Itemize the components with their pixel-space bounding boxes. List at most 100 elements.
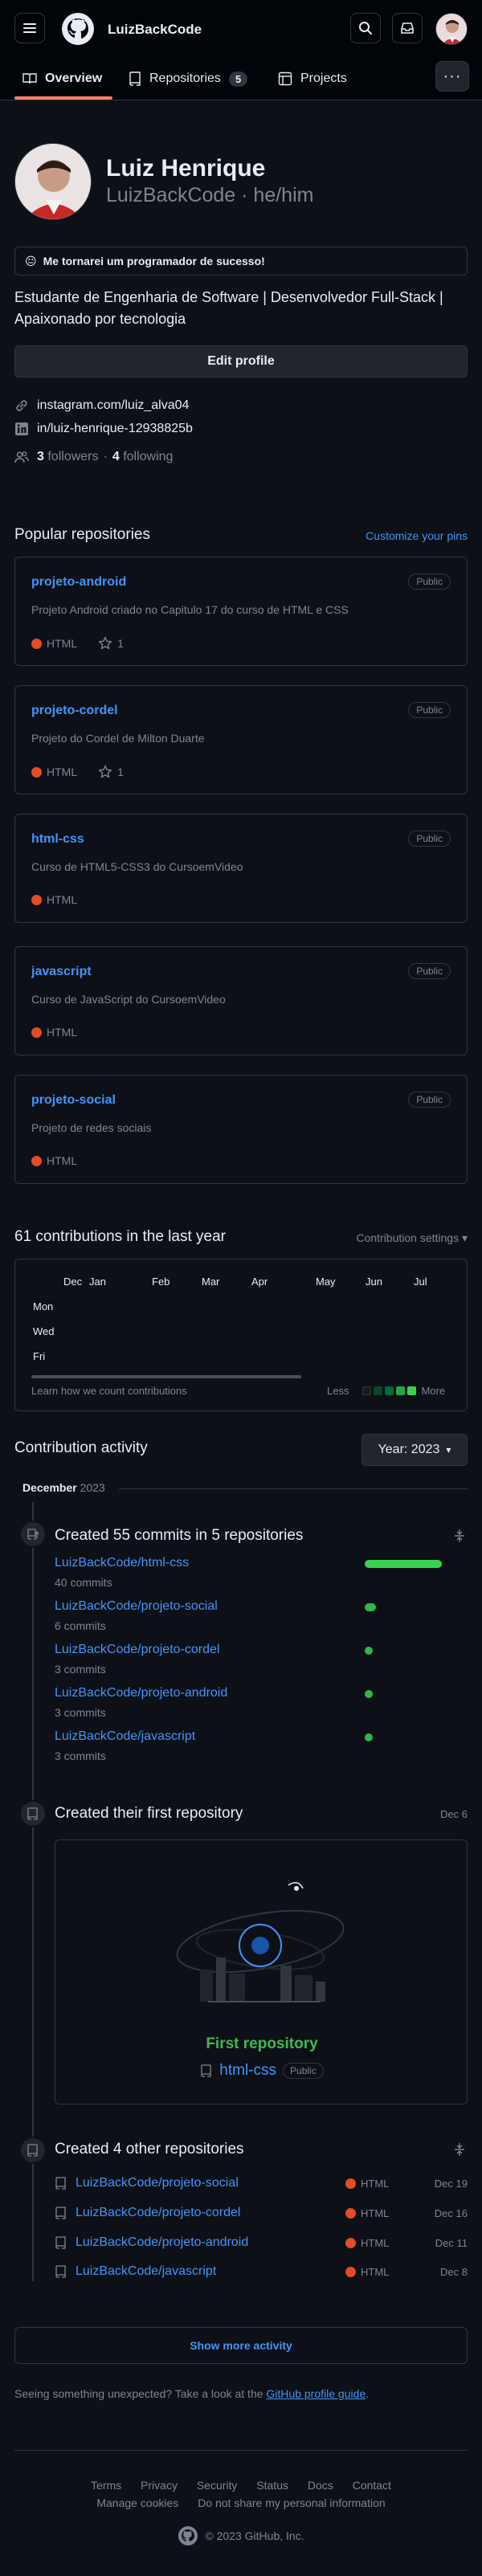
- repo-card: html-css Public Curso de HTML5-CSS3 do C…: [14, 814, 468, 923]
- followers-link[interactable]: 3 followers: [37, 450, 99, 464]
- graph-scrollbar[interactable]: [31, 1375, 301, 1378]
- commit-count-link[interactable]: 3 commits: [55, 1663, 106, 1676]
- repositories-counter: 5: [228, 71, 248, 87]
- repo-icon: [55, 2207, 66, 2219]
- repo-name-link[interactable]: projeto-cordel: [31, 704, 118, 718]
- learn-contributions-link[interactable]: Learn how we count contributions: [31, 1385, 187, 1397]
- commit-repo-link[interactable]: LuizBackCode/html-css: [55, 1556, 189, 1570]
- github-mark-icon[interactable]: [178, 2525, 198, 2546]
- other-repos-title: Created 4 other repositories: [55, 2141, 244, 2158]
- star-icon[interactable]: [98, 636, 112, 651]
- menu-button[interactable]: [14, 13, 45, 43]
- search-button[interactable]: [350, 13, 381, 43]
- profile-avatar[interactable]: [14, 143, 92, 220]
- footer-link[interactable]: Manage cookies: [96, 2496, 178, 2509]
- star-count[interactable]: 1: [117, 765, 124, 778]
- other-repo-date: Dec 8: [440, 2265, 468, 2278]
- other-repo-link[interactable]: LuizBackCode/projeto-android: [76, 2235, 345, 2250]
- status-emoji-icon: 😐: [25, 254, 37, 267]
- language-color-icon: [31, 638, 42, 649]
- footer-link[interactable]: Do not share my personal information: [198, 2496, 385, 2509]
- tab-projects[interactable]: Projects: [278, 58, 347, 100]
- activity-month-header: December 2023: [22, 1481, 105, 1494]
- commit-count-link[interactable]: 3 commits: [55, 1749, 106, 1762]
- tab-repositories-label: Repositories: [149, 71, 221, 85]
- commit-count-link[interactable]: 3 commits: [55, 1706, 106, 1719]
- repo-icon: [27, 2144, 38, 2157]
- commit-repo-link[interactable]: LuizBackCode/projeto-social: [55, 1599, 218, 1614]
- repo-meta: HTML: [31, 1154, 77, 1167]
- linkedin-link[interactable]: in/luiz-henrique-12938825b: [37, 422, 193, 436]
- first-repo-card: First repository html-css Public: [55, 1839, 468, 2104]
- collapse-icon[interactable]: [453, 2142, 466, 2157]
- repo-meta: HTML 1: [31, 636, 124, 651]
- collapse-icon[interactable]: [453, 1529, 466, 1543]
- footer-link[interactable]: Docs: [308, 2479, 333, 2492]
- commit-repo-link[interactable]: LuizBackCode/projeto-cordel: [55, 1643, 219, 1657]
- star-icon[interactable]: [98, 765, 112, 779]
- user-avatar-small[interactable]: [435, 13, 468, 45]
- repo-name-link[interactable]: projeto-social: [31, 1093, 116, 1108]
- footer-link[interactable]: Status: [256, 2479, 288, 2492]
- other-repo-link[interactable]: LuizBackCode/projeto-cordel: [76, 2206, 345, 2220]
- commit-bar: [365, 1560, 442, 1568]
- commit-repo-link[interactable]: LuizBackCode/javascript: [55, 1729, 195, 1744]
- other-repo-link[interactable]: LuizBackCode/projeto-social: [76, 2176, 345, 2190]
- caret-down-icon: ▾: [446, 1444, 451, 1455]
- legend-less: Less: [327, 1385, 349, 1397]
- first-repo-date: Dec 6: [440, 1808, 468, 1820]
- footer-link[interactable]: Security: [197, 2479, 238, 2492]
- commit-count-link[interactable]: 40 commits: [55, 1576, 112, 1589]
- first-repo-link[interactable]: html-css: [219, 2062, 276, 2080]
- github-logo-icon[interactable]: [61, 12, 95, 46]
- profile-guide-link[interactable]: GitHub profile guide: [266, 2387, 366, 2400]
- repo-name-link[interactable]: html-css: [31, 832, 84, 847]
- show-more-activity-button[interactable]: Show more activity: [14, 2327, 468, 2364]
- user-status[interactable]: 😐 Me tornarei um programador de sucesso!: [14, 247, 468, 276]
- instagram-link[interactable]: instagram.com/luiz_alva04: [37, 398, 189, 413]
- other-repo-link[interactable]: LuizBackCode/javascript: [76, 2264, 345, 2279]
- kebab-icon: ···: [443, 67, 462, 85]
- repo-card: javascript Public Curso de JavaScript do…: [14, 946, 468, 1055]
- timeline-repo-icon: [19, 1800, 47, 1827]
- footer-link[interactable]: Contact: [353, 2479, 391, 2492]
- year-select-label: Year: 2023: [378, 1443, 440, 1456]
- year-select[interactable]: Year: 2023 ▾: [362, 1434, 468, 1466]
- contributions-title: 61 contributions in the last year: [14, 1228, 226, 1245]
- tab-repositories[interactable]: Repositories 5: [129, 58, 248, 100]
- repo-name-link[interactable]: javascript: [31, 965, 92, 979]
- footer-link[interactable]: Privacy: [141, 2479, 178, 2492]
- instagram-link-row: instagram.com/luiz_alva04: [14, 398, 189, 413]
- legend-cell: [396, 1386, 406, 1395]
- tab-overview[interactable]: Overview: [22, 58, 102, 100]
- customize-pins-link[interactable]: Customize your pins: [366, 529, 468, 542]
- visibility-badge: Public: [408, 1092, 451, 1108]
- legend-cell: [385, 1386, 394, 1395]
- commit-repo-link[interactable]: LuizBackCode/projeto-android: [55, 1686, 227, 1700]
- following-label: following: [123, 450, 174, 463]
- copyright-text: © 2023 GitHub, Inc.: [205, 2529, 304, 2542]
- more-tabs-button[interactable]: ···: [435, 61, 469, 92]
- brand-name[interactable]: LuizBackCode: [108, 22, 202, 38]
- link-icon: [16, 400, 27, 411]
- avatar-image-icon: [436, 14, 467, 44]
- month-label: Feb: [152, 1276, 170, 1288]
- commit-count-link[interactable]: 6 commits: [55, 1619, 106, 1632]
- follow-stats: 3 followers · 4 following: [14, 450, 173, 464]
- legend-more: More: [421, 1385, 446, 1397]
- activity-title: Contribution activity: [14, 1439, 148, 1456]
- contribution-settings-button[interactable]: Contribution settings ▾: [356, 1231, 468, 1245]
- repo-description: Projeto do Cordel de Milton Duarte: [31, 732, 205, 745]
- following-link[interactable]: 4 following: [112, 450, 174, 464]
- followers-count: 3: [37, 450, 44, 463]
- commit-bar-fill: [365, 1733, 373, 1741]
- edit-profile-button[interactable]: Edit profile: [14, 345, 468, 378]
- footer-link[interactable]: Terms: [91, 2479, 121, 2492]
- inbox-button[interactable]: [392, 13, 423, 43]
- repo-name-link[interactable]: projeto-android: [31, 575, 126, 590]
- visibility-badge: Public: [408, 702, 451, 718]
- language-color-icon: [31, 1155, 42, 1166]
- footer-links-row2: Manage cookies Do not share my personal …: [0, 2496, 482, 2509]
- star-count[interactable]: 1: [117, 637, 124, 650]
- profile-photo-icon: [15, 144, 91, 219]
